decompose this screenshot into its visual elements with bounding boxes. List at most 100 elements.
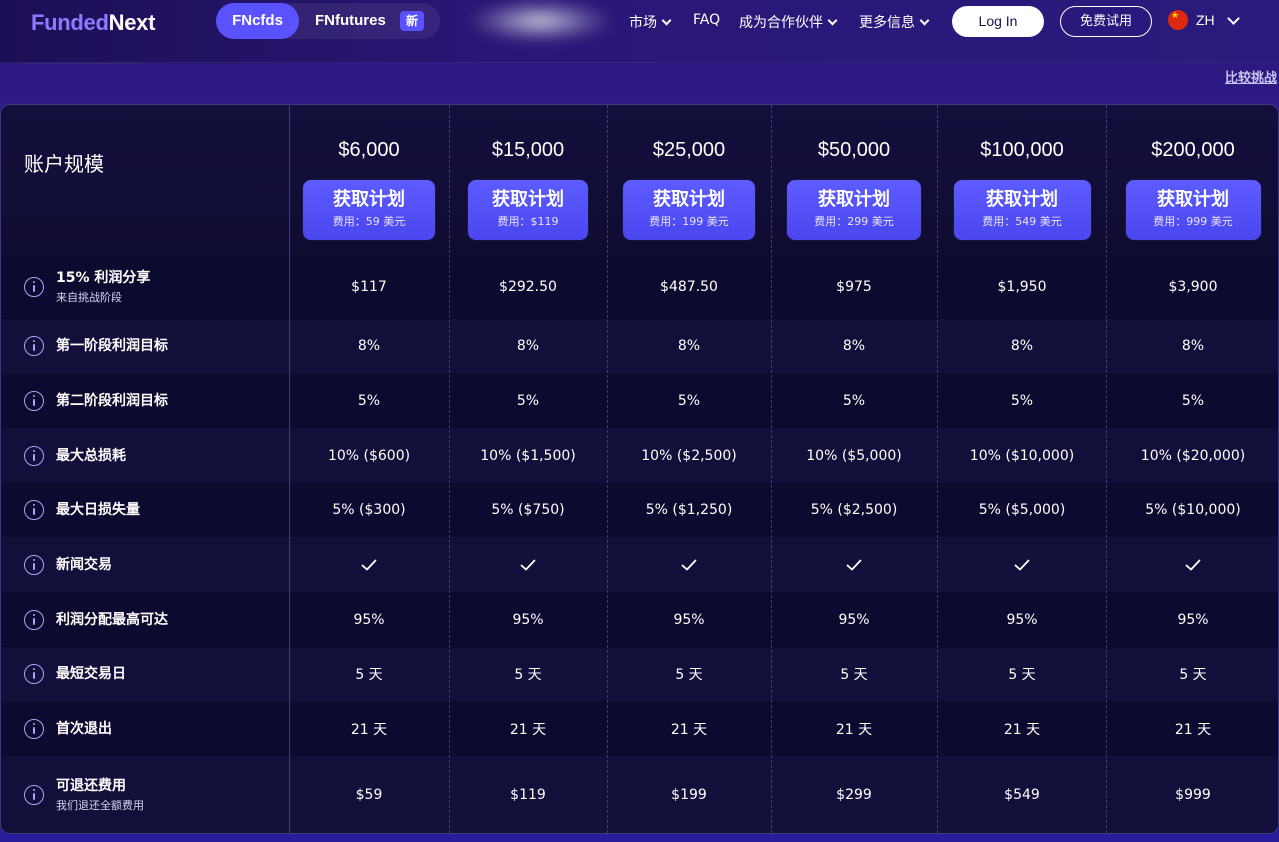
product-switcher: FNcfds FNfutures 新	[216, 3, 440, 39]
row-label-text: 第二阶段利润目标	[56, 392, 168, 410]
table-cell: 21 天	[509, 721, 547, 738]
row-label-text: 利润分配最高可达	[56, 611, 168, 629]
info-icon[interactable]	[24, 609, 44, 630]
table-cell: $975	[836, 279, 872, 295]
table-cell: 95%	[1006, 611, 1038, 628]
nav-faq[interactable]: FAQ	[693, 12, 720, 28]
table-cell: $119	[510, 787, 546, 803]
checkmark-icon	[520, 559, 536, 570]
row-label: 第二阶段利润目标	[24, 390, 168, 411]
tab-fnfutures[interactable]: FNfutures	[315, 3, 395, 39]
row-band	[1, 428, 1278, 483]
language-selector[interactable]: ZH	[1196, 12, 1215, 28]
info-icon[interactable]	[24, 718, 44, 739]
china-flag-icon[interactable]: ★	[1168, 10, 1188, 30]
get-plan-button[interactable]: 获取计划 费用：$119	[468, 180, 588, 240]
row-label-main: 最短交易日	[56, 666, 126, 682]
new-badge: 新	[400, 11, 424, 31]
get-plan-button[interactable]: 获取计划 费用：59 美元	[303, 180, 435, 240]
plan-fee: 费用：999 美元	[1153, 215, 1233, 228]
pricing-table: 账户规模 $6,000 获取计划 费用：59 美元 $15,000 获取计划 费用：$11…	[0, 104, 1279, 834]
tab-fncfds[interactable]: FNcfds	[216, 3, 299, 39]
row-label: 首次退出	[24, 718, 112, 739]
row-band	[1, 537, 1278, 592]
table-cell: 95%	[673, 611, 705, 628]
info-icon[interactable]	[24, 500, 44, 520]
table-cell: 5 天	[514, 667, 542, 683]
table-cell: 21 天	[1174, 721, 1212, 738]
table-cell: $999	[1175, 787, 1211, 803]
info-icon[interactable]	[24, 785, 44, 805]
table-cell: 5%	[1181, 392, 1205, 409]
table-cell: 95%	[512, 611, 544, 628]
table-cell: 5 天	[355, 667, 383, 683]
table-cell: $3,900	[1168, 279, 1218, 295]
table-cell: $1,950	[997, 279, 1047, 295]
plan-price: $200,000	[1151, 139, 1235, 161]
table-cell: 8%	[842, 338, 866, 354]
row-label-text: 可退还费用我们退还全额费用	[56, 777, 144, 814]
table-cell: $59	[355, 787, 383, 803]
nav-partner-label: 成为合作伙伴	[739, 15, 823, 31]
table-cell: 10% ($5,000)	[806, 447, 902, 464]
page: FundedNext FNcfds FNfutures 新 市场 FAQ 成为合…	[0, 0, 1279, 842]
column-divider	[771, 105, 772, 833]
info-icon[interactable]	[24, 390, 44, 411]
row-label-text: 最大日损失量	[56, 501, 140, 519]
row-label: 15% 利润分享 来自挑战阶段	[24, 269, 150, 306]
table-cell: $299	[836, 787, 872, 803]
info-icon[interactable]	[24, 554, 44, 575]
get-plan-button[interactable]: 获取计划 费用：999 美元	[1125, 180, 1261, 240]
table-cell: 5%	[677, 392, 701, 409]
table-cell: $117	[351, 279, 387, 295]
row-label: 新闻交易	[24, 554, 112, 575]
compare-challenges-link[interactable]: 比较挑战	[1225, 67, 1277, 86]
table-cell: 5%	[1010, 392, 1034, 409]
plan-fee: 费用：299 美元	[814, 215, 894, 228]
get-plan-label: 获取计划	[333, 189, 405, 210]
get-plan-button[interactable]: 获取计划 费用：549 美元	[953, 180, 1091, 240]
row-label-main: 最大总损耗	[56, 447, 126, 464]
get-plan-button[interactable]: 获取计划 费用：299 美元	[787, 180, 921, 240]
row-label-main: 最大日损失量	[56, 502, 140, 518]
table-cell: 5 天	[1008, 667, 1036, 683]
column-divider	[289, 105, 290, 833]
row-label-main: 首次退出	[56, 720, 112, 737]
table-cell: 5% ($2,500)	[810, 502, 898, 518]
get-plan-label: 获取计划	[653, 189, 725, 210]
get-plan-button[interactable]: 获取计划 费用：199 美元	[623, 180, 755, 240]
table-cell: 95%	[1177, 611, 1209, 628]
plan-price: $15,000	[491, 139, 565, 161]
plan-price: $25,000	[652, 139, 726, 161]
info-icon[interactable]	[24, 445, 44, 466]
row-label-sub: 我们退还全额费用	[56, 798, 144, 812]
get-plan-label: 获取计划	[492, 189, 564, 210]
table-cell: 5 天	[840, 667, 868, 683]
row-label-main: 可退还费用	[56, 777, 126, 794]
row-label-main: 15% 利润分享	[56, 269, 151, 286]
table-cell: 5%	[842, 392, 866, 409]
info-icon[interactable]	[24, 336, 44, 356]
info-icon[interactable]	[24, 277, 44, 297]
checkmark-icon	[1185, 559, 1201, 570]
nav-more-info[interactable]: 更多信息	[859, 12, 930, 32]
nav-faq-label: FAQ	[693, 12, 721, 28]
table-cell: 10% ($1,500)	[480, 447, 576, 464]
nav-markets[interactable]: 市场	[629, 12, 672, 32]
fundednext-logo[interactable]: FundedNext	[31, 10, 155, 36]
table-cell: 5% ($300)	[332, 502, 406, 518]
row-label-main: 新闻交易	[56, 556, 112, 573]
checkmark-icon	[846, 559, 862, 570]
table-cell: 95%	[353, 611, 385, 628]
table-cell: 5% ($1,250)	[645, 502, 733, 518]
row-label-sub: 来自挑战阶段	[56, 290, 122, 304]
row-band	[1, 255, 1278, 319]
login-button[interactable]: Log In	[952, 6, 1044, 37]
flag-star-icon: ★	[1171, 11, 1180, 21]
account-size-title: 账户规模	[24, 152, 104, 176]
nav-partner[interactable]: 成为合作伙伴	[739, 12, 838, 32]
chevron-down-icon[interactable]	[1227, 12, 1240, 25]
free-trial-button[interactable]: 免费试用	[1060, 6, 1152, 37]
info-icon[interactable]	[24, 664, 44, 684]
plan-price: $50,000	[817, 139, 891, 161]
